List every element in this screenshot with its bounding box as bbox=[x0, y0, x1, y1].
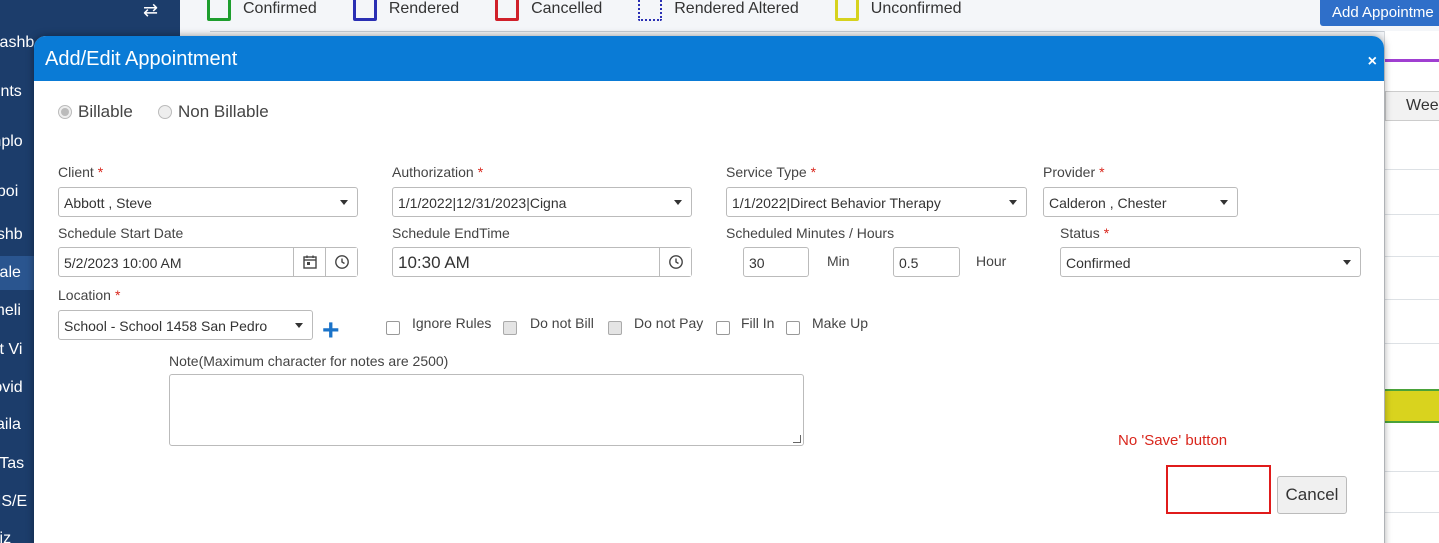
ignore-rules-label: Ignore Rules bbox=[412, 315, 492, 331]
appointment-modal: Add/Edit Appointment × Billable Non Bill… bbox=[34, 36, 1384, 543]
provider-label: Provider * bbox=[1043, 164, 1105, 180]
chevron-down-icon bbox=[1009, 200, 1017, 205]
schedule-end-input[interactable]: 10:30 AM bbox=[392, 247, 692, 277]
legend-label: Unconfirmed bbox=[870, 0, 962, 17]
legend-confirmed: Confirmed bbox=[207, 0, 317, 21]
status-legend: Confirmed Rendered Cancelled Rendered Al… bbox=[207, 0, 997, 24]
legend-swatch bbox=[207, 0, 231, 21]
chevron-down-icon bbox=[340, 200, 348, 205]
annotation-highlight-box bbox=[1166, 465, 1271, 514]
make-up-label: Make Up bbox=[812, 315, 869, 331]
location-select[interactable]: School - School 1458 San Pedro bbox=[58, 310, 313, 340]
authorization-select[interactable]: 1/1/2022|12/31/2023|Cigna bbox=[392, 187, 692, 217]
legend-label: Rendered Altered bbox=[674, 0, 799, 17]
chevron-down-icon bbox=[1343, 260, 1351, 265]
do-not-bill-label: Do not Bill bbox=[530, 315, 594, 331]
legend-swatch bbox=[352, 0, 377, 21]
client-select[interactable]: Abbott , Steve bbox=[58, 187, 358, 217]
service-type-select[interactable]: 1/1/2022|Direct Behavior Therapy bbox=[726, 187, 1027, 217]
calendar-row-line bbox=[1385, 343, 1439, 344]
calendar-area: Wee bbox=[1384, 31, 1439, 543]
week-view-button[interactable]: Wee bbox=[1385, 91, 1439, 121]
divider bbox=[210, 31, 1439, 32]
do-not-bill-checkbox[interactable] bbox=[503, 321, 517, 335]
legend-swatch bbox=[834, 0, 859, 21]
chevron-down-icon bbox=[674, 200, 682, 205]
fill-in-checkbox[interactable] bbox=[716, 321, 730, 335]
non-billable-option[interactable]: Non Billable bbox=[158, 102, 269, 122]
legend-cancelled: Cancelled bbox=[495, 0, 602, 21]
ignore-rules-checkbox[interactable] bbox=[386, 321, 400, 335]
hours-unit-label: Hour bbox=[976, 253, 1007, 269]
add-location-icon[interactable]: + bbox=[322, 316, 340, 346]
chevron-down-icon bbox=[1220, 200, 1228, 205]
authorization-label: Authorization * bbox=[392, 164, 484, 180]
calendar-row-line bbox=[1385, 169, 1439, 170]
billable-option[interactable]: Billable bbox=[58, 102, 133, 122]
calendar-row-line bbox=[1385, 512, 1439, 513]
make-up-checkbox[interactable] bbox=[786, 321, 800, 335]
calendar-icon[interactable] bbox=[293, 248, 325, 276]
billable-radio[interactable] bbox=[58, 105, 72, 119]
legend-unconfirmed: Unconfirmed bbox=[834, 0, 962, 21]
legend-rendered: Rendered bbox=[352, 0, 460, 21]
calendar-row-line bbox=[1385, 471, 1439, 472]
modal-title: Add/Edit Appointment bbox=[45, 48, 238, 70]
legend-rendered-altered: Rendered Altered bbox=[638, 0, 799, 21]
do-not-pay-checkbox[interactable] bbox=[608, 321, 622, 335]
resize-handle-icon[interactable] bbox=[793, 435, 801, 443]
chevron-down-icon bbox=[295, 323, 303, 328]
legend-swatch bbox=[495, 0, 520, 21]
calendar-event[interactable] bbox=[1385, 389, 1439, 423]
non-billable-radio[interactable] bbox=[158, 105, 172, 119]
legend-swatch bbox=[638, 0, 663, 21]
note-textarea[interactable] bbox=[169, 374, 804, 446]
clock-icon[interactable] bbox=[325, 248, 357, 276]
legend-label: Cancelled bbox=[531, 0, 603, 17]
add-appointment-button[interactable]: Add Appointme bbox=[1320, 0, 1439, 26]
calendar-row-line bbox=[1385, 256, 1439, 257]
billable-label: Billable bbox=[78, 102, 133, 121]
non-billable-label: Non Billable bbox=[178, 102, 269, 121]
client-label: Client * bbox=[58, 164, 104, 180]
hours-input[interactable]: 0.5 bbox=[893, 247, 960, 277]
schedule-end-label: Schedule EndTime bbox=[392, 225, 510, 241]
status-label: Status * bbox=[1060, 225, 1110, 241]
location-label: Location * bbox=[58, 287, 121, 303]
scheduled-minutes-hours-label: Scheduled Minutes / Hours bbox=[726, 225, 895, 241]
schedule-start-input[interactable]: 5/2/2023 10:00 AM bbox=[58, 247, 358, 277]
calendar-row-line bbox=[1385, 299, 1439, 300]
legend-label: Confirmed bbox=[243, 0, 317, 17]
modal-header: Add/Edit Appointment × bbox=[34, 36, 1384, 81]
legend-label: Rendered bbox=[388, 0, 460, 17]
minutes-input[interactable]: 30 bbox=[743, 247, 809, 277]
annotation-text: No 'Save' button bbox=[1118, 432, 1228, 449]
do-not-pay-label: Do not Pay bbox=[634, 315, 704, 331]
fill-in-label: Fill In bbox=[741, 315, 775, 331]
cancel-button[interactable]: Cancel bbox=[1277, 476, 1347, 514]
schedule-start-label: Schedule Start Date bbox=[58, 225, 184, 241]
close-icon[interactable]: × bbox=[1368, 53, 1377, 71]
calendar-row-line bbox=[1385, 214, 1439, 215]
minutes-unit-label: Min bbox=[827, 253, 850, 269]
calendar-current-line bbox=[1385, 59, 1439, 62]
provider-select[interactable]: Calderon , Chester bbox=[1043, 187, 1238, 217]
sidebar-toggle-icon[interactable]: ⇄ bbox=[143, 0, 158, 21]
clock-icon[interactable] bbox=[659, 248, 691, 276]
service-type-label: Service Type * bbox=[726, 164, 817, 180]
note-label: Note(Maximum character for notes are 250… bbox=[169, 353, 449, 369]
status-select[interactable]: Confirmed bbox=[1060, 247, 1361, 277]
